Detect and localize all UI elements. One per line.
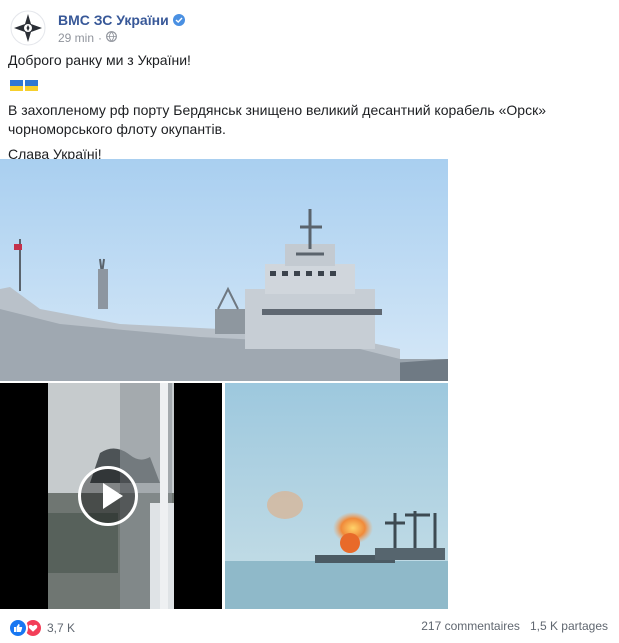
like-icon [8,618,28,638]
page-name-link[interactable]: ВМС ЗС України [58,12,169,28]
meta-separator: · [98,30,103,45]
engagement-stats: 217 commentaires 1,5 K partages [421,619,608,633]
ukraine-flag-emoji [10,80,23,91]
post-timestamp[interactable]: 29 min [58,31,94,45]
navy-emblem-icon[interactable] [8,8,48,48]
greeting-line: Доброго ранку ми з України! [8,51,608,70]
greeting-text: Доброго ранку ми з України! [8,52,191,68]
reactions-count: 3,7 K [47,621,76,635]
reactions-summary[interactable]: 3,7 K [8,618,75,638]
comments-link[interactable]: 217 commentaires [421,619,520,633]
port-explosion-photo[interactable] [225,383,448,609]
post-header: ВМС ЗС України 29 min · [8,8,185,48]
ukraine-flag-emoji [197,55,210,66]
globe-icon[interactable] [106,30,117,45]
post-footer: 3,7 K 217 commentaires 1,5 K partages [0,614,619,638]
video-thumbnail[interactable] [0,383,222,609]
ship-photo[interactable] [0,159,448,381]
play-icon[interactable] [78,466,138,526]
media-grid [0,159,448,609]
verified-badge-icon [172,13,185,26]
ukraine-flag-emoji [25,80,38,91]
shares-link[interactable]: 1,5 K partages [530,619,608,633]
post-body: В захопленому рф порту Бердянськ знищено… [8,102,546,137]
